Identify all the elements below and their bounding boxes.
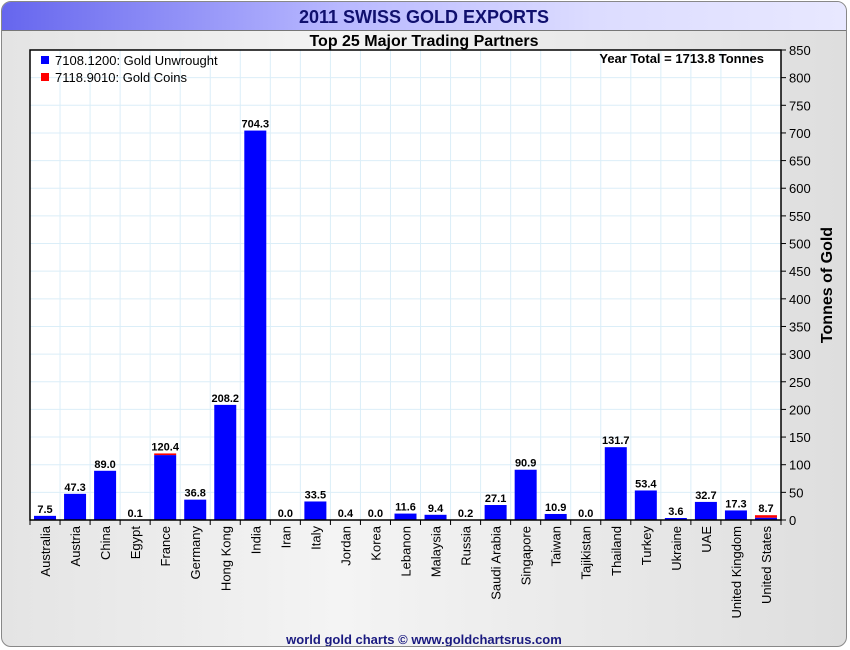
x-tick-label: Korea bbox=[368, 525, 383, 560]
data-label: 27.1 bbox=[485, 493, 506, 505]
data-label: 0.4 bbox=[338, 508, 354, 520]
y-tick-label: 400 bbox=[789, 292, 811, 307]
x-tick-label: UAE bbox=[699, 526, 714, 553]
bar-gold-unwrought bbox=[514, 469, 537, 520]
y-tick-label: 650 bbox=[789, 154, 811, 169]
y-tick-label: 300 bbox=[789, 347, 811, 362]
y-tick-label: 750 bbox=[789, 98, 811, 113]
x-tick-label: Ukraine bbox=[669, 526, 684, 571]
bar-gold-unwrought bbox=[694, 501, 717, 520]
x-tick-label: Turkey bbox=[639, 526, 654, 566]
bar-gold-unwrought bbox=[94, 470, 117, 520]
y-tick-label: 150 bbox=[789, 430, 811, 445]
bar-gold-unwrought bbox=[184, 499, 207, 520]
data-label: 131.7 bbox=[602, 435, 630, 447]
x-tick-label: United Kingdom bbox=[729, 526, 744, 619]
bar-gold-unwrought bbox=[484, 505, 507, 520]
y-axis-label: Tonnes of Gold bbox=[819, 227, 836, 343]
x-tick-label: France bbox=[158, 526, 173, 566]
x-tick-label: Lebanon bbox=[399, 526, 414, 577]
y-tick-label: 100 bbox=[789, 458, 811, 473]
x-tick-label: Taiwan bbox=[549, 526, 564, 566]
x-tick-label: Australia bbox=[38, 525, 53, 576]
data-label: 90.9 bbox=[515, 458, 536, 470]
bar-gold-coins bbox=[154, 453, 177, 456]
data-label: 89.0 bbox=[94, 459, 115, 471]
data-label: 11.6 bbox=[395, 502, 416, 514]
x-tick-label: Iran bbox=[278, 526, 293, 548]
bar-gold-unwrought bbox=[64, 493, 87, 520]
y-tick-label: 850 bbox=[789, 43, 811, 58]
bar-gold-unwrought bbox=[604, 447, 627, 520]
bar-gold-unwrought bbox=[634, 490, 657, 520]
data-label: 0.2 bbox=[458, 508, 473, 520]
x-tick-label: Singapore bbox=[519, 526, 534, 585]
data-label: 8.7 bbox=[758, 503, 773, 515]
data-label: 32.7 bbox=[695, 490, 716, 502]
x-tick-label: Jordan bbox=[338, 526, 353, 566]
y-tick-label: 800 bbox=[789, 71, 811, 86]
x-tick-label: Italy bbox=[308, 526, 323, 550]
legend-entry: 7108.1200: Gold Unwrought bbox=[55, 53, 218, 68]
y-tick-label: 700 bbox=[789, 126, 811, 141]
bar-gold-coins bbox=[754, 515, 777, 518]
y-tick-label: 50 bbox=[789, 485, 803, 500]
y-tick-label: 500 bbox=[789, 237, 811, 252]
bar-gold-unwrought bbox=[544, 513, 567, 520]
data-label: 10.9 bbox=[545, 502, 566, 514]
bar-gold-unwrought bbox=[214, 404, 237, 520]
legend-swatch bbox=[41, 73, 49, 81]
x-tick-label: Malaysia bbox=[429, 525, 444, 577]
legend-entry: 7118.9010: Gold Coins bbox=[55, 70, 188, 85]
x-tick-label: Tajikistan bbox=[579, 526, 594, 579]
x-tick-label: Russia bbox=[459, 525, 474, 566]
legend-swatch bbox=[41, 56, 49, 64]
data-label: 0.0 bbox=[578, 508, 593, 520]
data-label: 120.4 bbox=[151, 441, 179, 453]
data-label: 0.0 bbox=[278, 508, 293, 520]
data-label: 0.1 bbox=[127, 508, 142, 520]
x-tick-label: Egypt bbox=[128, 526, 143, 560]
data-label: 704.3 bbox=[242, 119, 270, 131]
y-tick-label: 250 bbox=[789, 375, 811, 390]
data-label: 53.4 bbox=[635, 478, 657, 490]
data-label: 9.4 bbox=[428, 503, 444, 515]
x-tick-label: China bbox=[98, 525, 113, 560]
x-tick-label: Hong Kong bbox=[218, 526, 233, 591]
bar-chart: 0 50 100 150 200 250 300 350 400 450 500 550 600 650 7… bbox=[29, 43, 836, 619]
bar-gold-unwrought bbox=[724, 510, 747, 520]
y-tick-label: 200 bbox=[789, 402, 811, 417]
data-label: 7.5 bbox=[37, 504, 52, 516]
y-tick-label: 0 bbox=[789, 513, 796, 528]
bar-gold-unwrought bbox=[424, 514, 447, 520]
bar-gold-unwrought bbox=[244, 130, 267, 520]
x-tick-label: Austria bbox=[68, 525, 83, 566]
bar-gold-unwrought bbox=[154, 455, 177, 520]
y-tick-label: 550 bbox=[789, 209, 811, 224]
y-tick-label: 450 bbox=[789, 264, 811, 279]
bar-gold-unwrought bbox=[394, 513, 417, 520]
y-tick-label: 350 bbox=[789, 319, 811, 334]
year-total-annotation: Year Total = 1713.8 Tonnes bbox=[599, 51, 764, 66]
plot-area bbox=[30, 50, 781, 520]
x-tick-label: Saudi Arabia bbox=[489, 525, 504, 599]
data-label: 36.8 bbox=[185, 488, 206, 500]
x-tick-label: Thailand bbox=[609, 526, 624, 576]
data-label: 17.3 bbox=[725, 498, 746, 510]
x-tick-label: India bbox=[248, 525, 263, 554]
data-label: 47.3 bbox=[64, 482, 85, 494]
data-label: 208.2 bbox=[211, 393, 239, 405]
data-label: 0.0 bbox=[368, 508, 383, 520]
data-label: 33.5 bbox=[305, 489, 326, 501]
x-tick-label: Germany bbox=[188, 526, 203, 580]
bar-gold-unwrought bbox=[304, 501, 327, 520]
data-label: 3.6 bbox=[668, 506, 683, 518]
x-tick-label: United States bbox=[759, 526, 774, 605]
y-tick-label: 600 bbox=[789, 181, 811, 196]
